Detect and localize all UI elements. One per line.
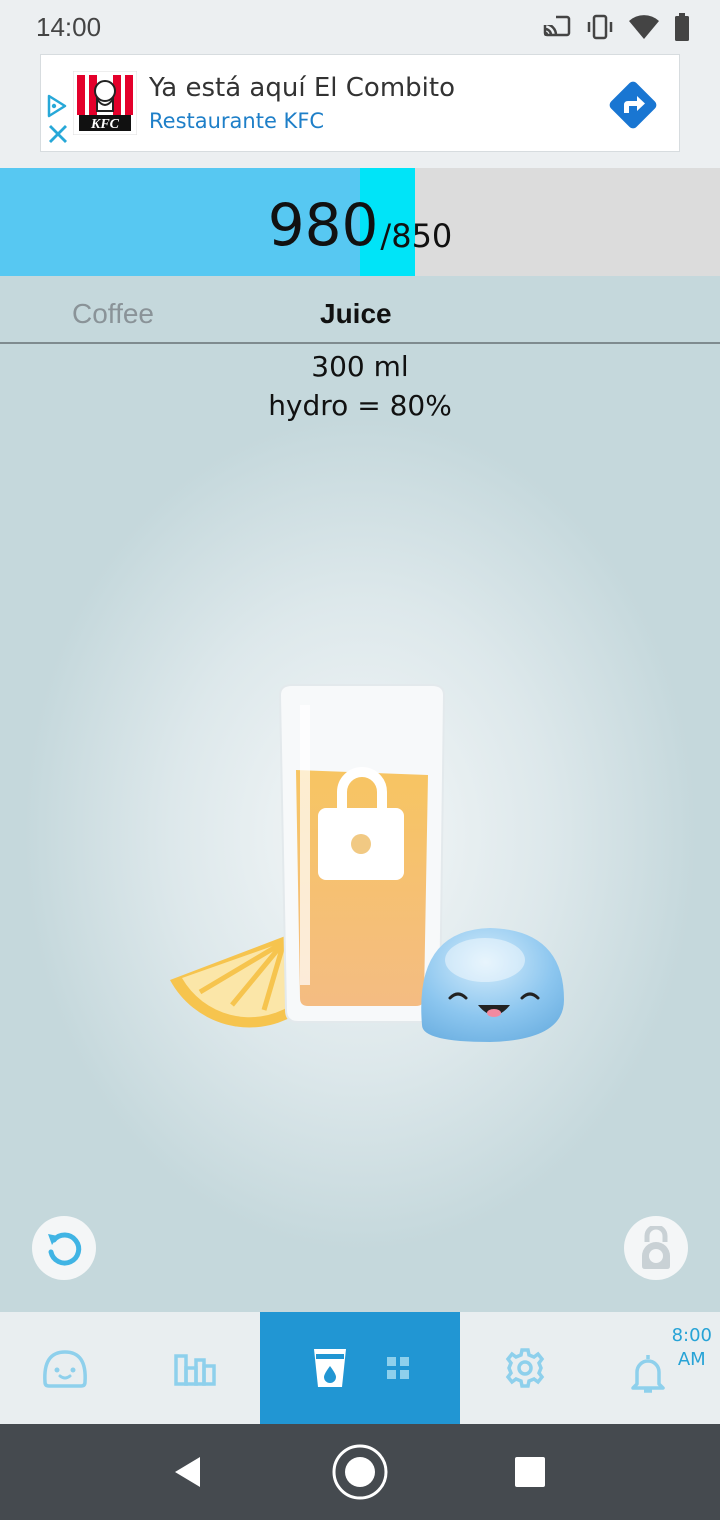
directions-icon[interactable] — [603, 75, 663, 135]
nav-reminder[interactable]: 8:00 AM — [590, 1312, 720, 1424]
bottom-nav: 8:00 AM — [0, 1312, 720, 1424]
ad-banner[interactable]: KFC Ya está aquí El Combito Restaurante … — [40, 54, 680, 152]
home-button[interactable] — [330, 1442, 390, 1502]
ad-subtitle[interactable]: Restaurante KFC — [149, 109, 324, 133]
close-icon[interactable] — [47, 123, 69, 145]
nav-stats[interactable] — [130, 1312, 260, 1424]
reminder-time-ampm: AM — [677, 1349, 706, 1370]
drink-hydro: hydro = 80% — [268, 389, 452, 422]
recents-button[interactable] — [500, 1442, 560, 1502]
juice-illustration[interactable] — [160, 680, 580, 1060]
tab-coffee[interactable]: Coffee — [72, 298, 154, 330]
battery-icon — [675, 13, 689, 41]
status-time: 14:00 — [36, 11, 102, 42]
vibrate-icon — [587, 14, 613, 40]
status-bar: 14:00 — [0, 0, 720, 54]
reminder-time-value: 8:00 — [671, 1325, 712, 1346]
back-icon — [175, 1457, 200, 1487]
tab-juice[interactable]: Juice — [320, 298, 392, 330]
nav-profile[interactable] — [0, 1312, 130, 1424]
nav-settings[interactable] — [460, 1312, 590, 1424]
drink-info: 300 ml hydro = 80% — [0, 348, 720, 426]
drink-icon — [314, 1349, 346, 1387]
progress-goal: /850 — [380, 217, 453, 255]
hydration-progress-bar: 980 /850 — [0, 168, 720, 276]
nav-drink[interactable] — [260, 1312, 460, 1424]
drink-volume: 300 ml — [311, 350, 409, 383]
face-icon — [43, 1350, 87, 1388]
kettlebell-icon — [642, 1226, 670, 1269]
system-nav-bar — [0, 1424, 720, 1520]
settings-icon — [505, 1348, 545, 1388]
ad-area: KFC Ya está aquí El Combito Restaurante … — [0, 54, 720, 168]
water-mascot — [421, 928, 564, 1042]
back-button[interactable] — [158, 1442, 218, 1502]
ad-choices-icon[interactable] — [45, 93, 69, 119]
ad-title[interactable]: Ya está aquí El Combito — [149, 73, 455, 103]
progress-current: 980 — [267, 191, 379, 259]
stats-icon — [174, 1354, 216, 1386]
home-icon — [332, 1444, 388, 1500]
weight-button[interactable] — [624, 1216, 688, 1280]
lemon-slice-icon — [170, 935, 295, 1028]
kfc-logo: KFC — [73, 71, 137, 135]
undo-icon — [48, 1232, 82, 1266]
cast-icon — [542, 15, 571, 37]
drink-tabs: Coffee Juice — [0, 280, 720, 344]
bell-icon — [631, 1355, 665, 1393]
undo-button[interactable] — [32, 1216, 96, 1280]
recents-icon — [515, 1457, 545, 1487]
grid-icon — [387, 1357, 409, 1379]
wifi-icon — [629, 15, 659, 39]
reminder-time: 8:00 AM — [672, 1324, 712, 1372]
kfc-logo-text: KFC — [90, 117, 120, 132]
progress-text: 980 /850 — [0, 168, 720, 276]
status-icons — [542, 13, 690, 41]
